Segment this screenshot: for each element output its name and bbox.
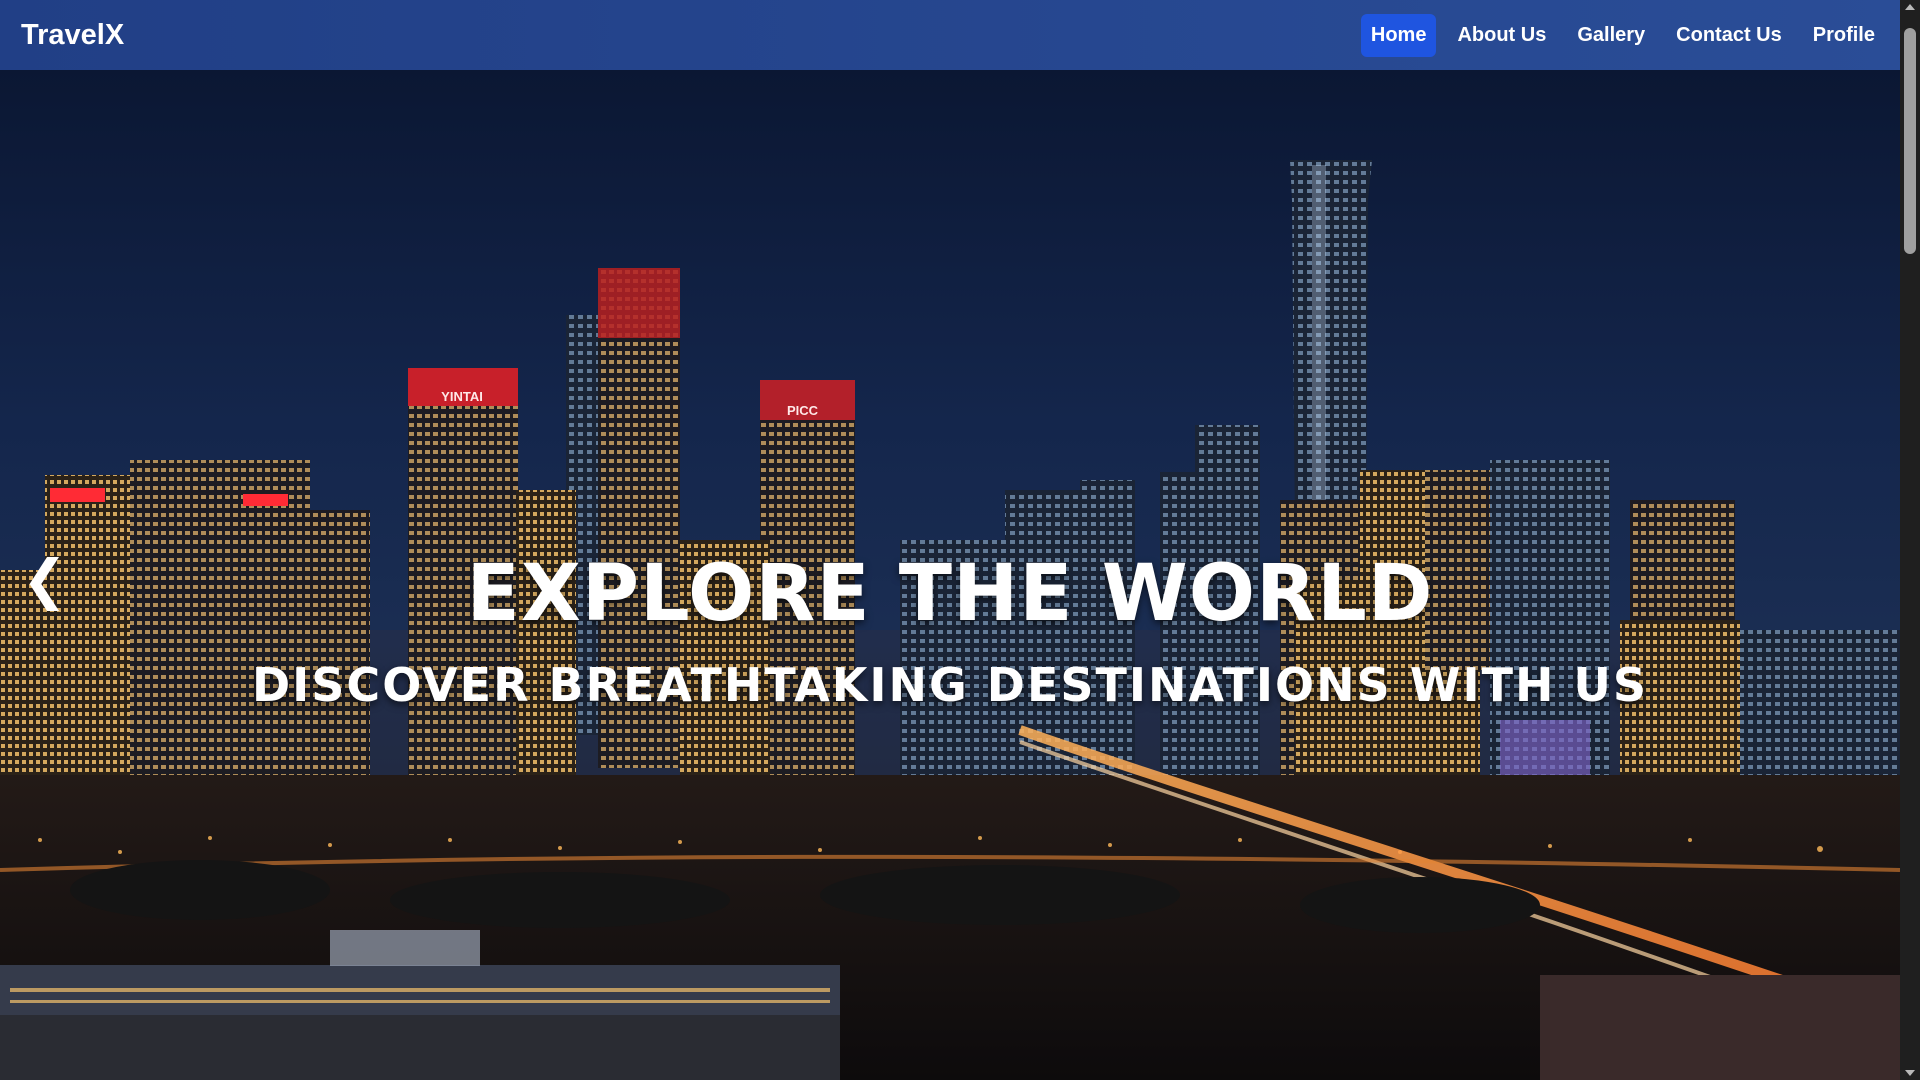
nav-item-gallery[interactable]: Gallery xyxy=(1567,14,1655,57)
hero-title: EXPLORE THE WORLD xyxy=(466,549,1434,639)
nav-item-about-us[interactable]: About Us xyxy=(1447,14,1556,57)
page-scrollbar[interactable] xyxy=(1900,0,1920,1080)
nav-item-contact-us[interactable]: Contact Us xyxy=(1666,14,1792,57)
nav-item-profile[interactable]: Profile xyxy=(1803,14,1885,57)
brand-logo[interactable]: TravelX xyxy=(21,19,124,52)
page: TravelX Home About Us Gallery Contact Us… xyxy=(0,0,1900,1080)
navbar: TravelX Home About Us Gallery Contact Us… xyxy=(0,0,1900,70)
picc-sign: PICC xyxy=(787,403,819,418)
scroll-up-arrow-icon[interactable] xyxy=(1905,4,1915,10)
nav-item-home[interactable]: Home xyxy=(1360,13,1437,57)
yintai-sign: YINTAI xyxy=(441,389,483,404)
nav-links: Home About Us Gallery Contact Us Profile xyxy=(1356,13,1885,57)
hero-slider: YINTAI PICC ❮ EXPLORE THE WORLD DISCOVER… xyxy=(0,70,1900,1080)
scroll-down-arrow-icon[interactable] xyxy=(1905,1070,1915,1076)
hero-subtitle: DISCOVER BREATHTAKING DESTINATIONS WITH … xyxy=(252,658,1648,712)
scrollbar-thumb[interactable] xyxy=(1904,28,1916,254)
